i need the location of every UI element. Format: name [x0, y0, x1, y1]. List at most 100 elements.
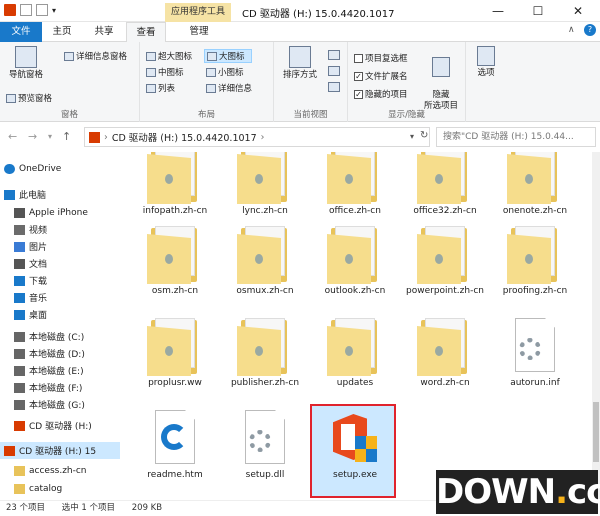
- file-item[interactable]: publisher.zh-cn: [222, 316, 308, 389]
- layout-medium[interactable]: 中图标: [146, 66, 184, 78]
- file-extensions-toggle[interactable]: ✓ 文件扩展名: [354, 70, 408, 82]
- nav-item-label: catalog: [29, 483, 63, 494]
- nav-item[interactable]: 本地磁盘 (D:): [0, 345, 120, 362]
- minimize-button[interactable]: —: [478, 0, 518, 22]
- music-icon: [14, 292, 25, 303]
- nav-item[interactable]: CD 驱动器 (H:) 15: [0, 442, 120, 459]
- nav-item[interactable]: 下载: [0, 272, 120, 289]
- ribbon-group-current-view: 排序方式 当前视图: [274, 42, 348, 122]
- options-button[interactable]: 选项: [470, 46, 502, 79]
- item-checkboxes-toggle[interactable]: 项目复选框: [354, 52, 408, 64]
- file-item[interactable]: setup.exe: [310, 404, 398, 498]
- file-item[interactable]: office32.zh-cn: [402, 152, 488, 217]
- file-item[interactable]: osm.zh-cn: [132, 224, 218, 297]
- nav-item-label: 本地磁盘 (D:): [29, 350, 85, 360]
- disk-icon: [14, 365, 25, 376]
- size-columns-icon[interactable]: [328, 82, 340, 92]
- nav-item[interactable]: 本地磁盘 (F:): [0, 379, 120, 396]
- nav-item[interactable]: 图片: [0, 238, 120, 255]
- file-item[interactable]: outlook.zh-cn: [312, 224, 398, 297]
- properties-icon[interactable]: [20, 4, 32, 16]
- folder-icon: [325, 152, 385, 204]
- hidden-items-toggle[interactable]: ✓ 隐藏的项目: [354, 88, 408, 100]
- nav-item[interactable]: OneDrive: [0, 160, 120, 177]
- nav-item[interactable]: 音乐: [0, 289, 120, 306]
- file-name: infopath.zh-cn: [142, 206, 208, 216]
- tab-home[interactable]: 主页: [42, 22, 82, 42]
- search-input[interactable]: 搜索"CD 驱动器 (H:) 15.0.44...: [436, 127, 596, 147]
- sort-by-button[interactable]: 排序方式: [280, 46, 320, 81]
- file-name: osmux.zh-cn: [236, 286, 294, 296]
- nav-item[interactable]: CD 驱动器 (H:): [0, 417, 120, 434]
- file-item[interactable]: autorun.inf: [492, 316, 578, 389]
- tab-manage[interactable]: 管理: [170, 22, 228, 42]
- file-item[interactable]: powerpoint.zh-cn: [402, 224, 488, 297]
- collapse-ribbon-icon[interactable]: ∧: [568, 25, 575, 35]
- checkbox-unchecked-icon: [354, 53, 363, 63]
- close-button[interactable]: ✕: [558, 0, 598, 22]
- help-icon[interactable]: ?: [584, 24, 596, 36]
- maximize-button[interactable]: ☐: [518, 0, 558, 22]
- scrollbar-thumb[interactable]: [593, 402, 599, 462]
- add-columns-icon[interactable]: [328, 66, 340, 76]
- address-input[interactable]: › CD 驱动器 (H:) 15.0.4420.1017 ›: [84, 127, 430, 147]
- file-name: autorun.inf: [510, 378, 560, 388]
- nav-item-label: OneDrive: [19, 163, 62, 174]
- file-name: updates: [336, 378, 374, 388]
- refresh-icon[interactable]: ↻: [420, 130, 428, 141]
- group-by-icon[interactable]: [328, 50, 340, 60]
- disk-icon: [14, 399, 25, 410]
- nav-item[interactable]: 桌面: [0, 306, 120, 323]
- group-label-pane: 窗格: [60, 110, 78, 120]
- file-item[interactable]: setup.dll: [222, 408, 308, 481]
- ribbon: 导航窗格 预览窗格 详细信息窗格 窗格 超大图标 大图标 中图标 小图标 列表 …: [0, 42, 600, 122]
- layout-small[interactable]: 小图标: [206, 66, 244, 78]
- vertical-scrollbar[interactable]: [592, 152, 600, 500]
- layout-extra-large[interactable]: 超大图标: [146, 50, 192, 62]
- nav-item[interactable]: 视频: [0, 221, 120, 238]
- file-item[interactable]: osmux.zh-cn: [222, 224, 308, 297]
- tab-share[interactable]: 共享: [82, 22, 126, 42]
- folder-icon: [415, 316, 475, 376]
- nav-item[interactable]: catalog: [0, 480, 120, 497]
- nav-item-label: 本地磁盘 (E:): [29, 367, 84, 377]
- nav-item[interactable]: 本地磁盘 (E:): [0, 362, 120, 379]
- cd-icon: [14, 420, 25, 431]
- nav-item[interactable]: 文档: [0, 255, 120, 272]
- file-item[interactable]: onenote.zh-cn: [492, 152, 578, 217]
- folder-icon: [145, 152, 205, 204]
- folder-icon: [145, 224, 205, 284]
- file-item[interactable]: proplusr.ww: [132, 316, 218, 389]
- up-arrow-icon[interactable]: ↑: [62, 130, 71, 143]
- forward-arrow-icon[interactable]: →: [28, 130, 37, 143]
- chevron-down-icon[interactable]: ▾: [52, 6, 56, 15]
- nav-item[interactable]: 本地磁盘 (C:): [0, 328, 120, 345]
- nav-item[interactable]: access.zh-cn: [0, 462, 120, 479]
- recent-dropdown-icon[interactable]: ▾: [48, 132, 52, 141]
- layout-large[interactable]: 大图标: [204, 49, 252, 63]
- nav-pane-button[interactable]: 导航窗格: [4, 46, 48, 81]
- layout-list[interactable]: 列表: [146, 82, 175, 94]
- nav-item[interactable]: Apple iPhone: [0, 204, 120, 221]
- file-item[interactable]: updates: [312, 316, 398, 389]
- list-icon: [146, 83, 156, 93]
- layout-details[interactable]: 详细信息: [206, 82, 252, 94]
- nav-item[interactable]: 此电脑: [0, 186, 120, 203]
- preview-pane-button[interactable]: 预览窗格: [6, 92, 52, 104]
- tab-file[interactable]: 文件: [0, 22, 42, 42]
- address-dropdown-icon[interactable]: ▾: [410, 132, 414, 141]
- file-item[interactable]: office.zh-cn: [312, 152, 398, 217]
- file-item[interactable]: proofing.zh-cn: [492, 224, 578, 297]
- file-item[interactable]: readme.htm: [132, 408, 218, 481]
- file-item[interactable]: infopath.zh-cn: [132, 152, 218, 217]
- details-pane-button[interactable]: 详细信息窗格: [64, 50, 127, 62]
- new-folder-icon[interactable]: [36, 4, 48, 16]
- details-icon: [206, 83, 216, 93]
- file-item[interactable]: lync.zh-cn: [222, 152, 308, 217]
- file-item[interactable]: word.zh-cn: [402, 316, 488, 389]
- hide-selected-button[interactable]: 隐藏 所选项目: [420, 46, 462, 112]
- back-arrow-icon[interactable]: ←: [8, 130, 17, 143]
- nav-item[interactable]: 本地磁盘 (G:): [0, 396, 120, 413]
- tab-view[interactable]: 查看: [126, 22, 166, 43]
- nav-item-label: 桌面: [29, 311, 48, 321]
